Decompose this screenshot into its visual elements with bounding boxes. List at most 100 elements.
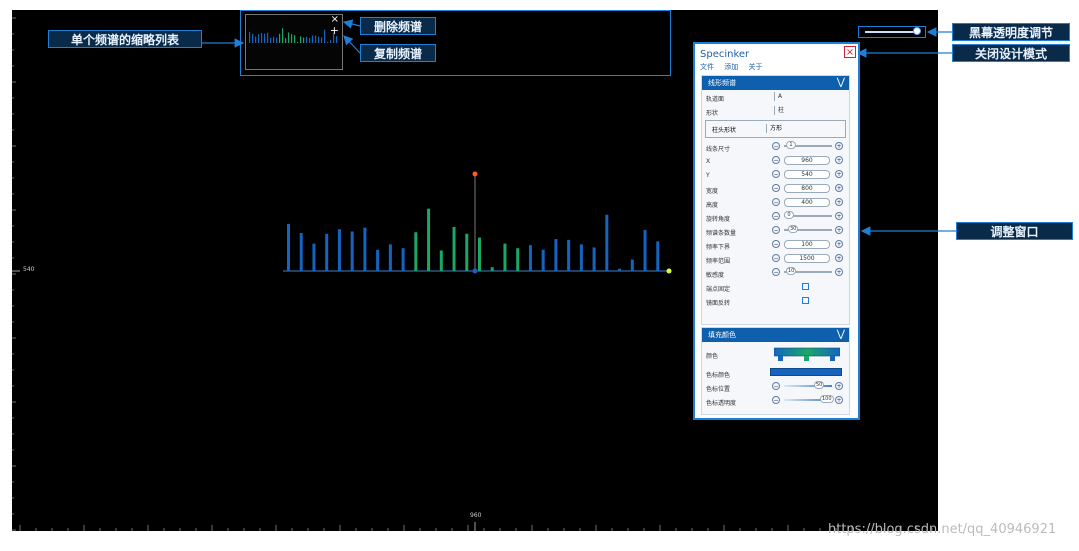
increment-button[interactable]: + [835, 396, 843, 404]
decrement-button[interactable]: − [772, 396, 780, 404]
freq-range-field[interactable]: 1500 [784, 254, 830, 263]
decrement-button[interactable]: − [772, 170, 780, 178]
row-color-stop-pos: 色标位置 − 50 + [702, 380, 849, 394]
increment-button[interactable]: + [835, 198, 843, 206]
row-width: 宽度 −800 + [702, 182, 849, 196]
line-size-slider[interactable]: 1 [786, 141, 796, 149]
freq-range-label: 频率范围 [706, 258, 731, 265]
close-design-icon[interactable]: × [844, 46, 856, 58]
freq-lower-field[interactable]: 100 [784, 240, 830, 249]
decrement-button[interactable]: − [772, 268, 780, 276]
row-track: 轨道面 A [702, 90, 849, 104]
spectrum-bar [579, 244, 583, 271]
black-opacity-slider[interactable] [858, 26, 926, 38]
spectrum-thumbnail[interactable]: × + [245, 14, 343, 70]
increment-button[interactable]: + [835, 142, 843, 150]
sensitivity-slider[interactable]: 10 [786, 267, 797, 275]
decrement-button[interactable]: − [772, 226, 780, 234]
color-stop-swatch[interactable] [770, 368, 842, 376]
decrement-button[interactable]: − [772, 142, 780, 150]
thumbnail-bar [276, 37, 278, 43]
increment-button[interactable]: + [835, 170, 843, 178]
increment-button[interactable]: + [835, 268, 843, 276]
color-stop-handle[interactable] [804, 356, 809, 361]
spectrum-bar [643, 229, 647, 271]
menu-add[interactable]: 添加 [724, 63, 738, 71]
track-select[interactable]: A [774, 92, 840, 101]
callout-close-design: 关闭设计模式 [952, 44, 1070, 62]
shape-label: 形状 [706, 110, 719, 117]
decrement-button[interactable]: − [772, 156, 780, 164]
section-line-spectrum-header[interactable]: 线形频谱 ⋁ [702, 76, 849, 90]
rotation-label: 旋转角度 [706, 216, 731, 223]
spectrum-bar [325, 233, 329, 271]
increment-button[interactable]: + [835, 212, 843, 220]
panel-title: Specinker [700, 49, 750, 60]
color-stop-opacity-label: 色标透明度 [706, 400, 737, 407]
endpoint-fixed-label: 端点固定 [706, 286, 731, 293]
decrement-button[interactable]: − [772, 184, 780, 192]
decrement-button[interactable]: − [772, 382, 780, 390]
color-stop-pos-slider[interactable]: 50 [814, 381, 825, 389]
chevron-down-icon[interactable]: ⋁ [837, 328, 845, 342]
increment-button[interactable]: + [835, 184, 843, 192]
panel-menu: 文件 添加 关于 [700, 62, 770, 72]
color-stop-opacity-slider[interactable]: 100 [820, 395, 834, 403]
increment-button[interactable]: + [835, 382, 843, 390]
thumbnail-bar [282, 28, 284, 43]
mirror-flip-checkbox[interactable] [802, 297, 809, 304]
design-panel[interactable]: Specinker × 文件 添加 关于 线形频谱 ⋁ 轨道面 A 形状 柱 柱头形… [693, 42, 860, 420]
x-field[interactable]: 960 [784, 156, 830, 165]
callout-thumbnail-list: 单个频谱的缩略列表 [48, 30, 202, 48]
slider-knob[interactable] [913, 27, 921, 35]
rotation-slider[interactable]: 0 [784, 211, 794, 219]
section-fill-color: 填充颜色 ⋁ 颜色 色标颜色 色标位置 − 50 + 色标透明度 − 100 + [701, 327, 850, 415]
increment-button[interactable]: + [835, 226, 843, 234]
row-endpoint-fixed: 端点固定 [702, 280, 849, 294]
menu-file[interactable]: 文件 [700, 63, 714, 71]
column-shape-label: 柱头形状 [712, 127, 737, 134]
spectrum-bar [630, 259, 634, 271]
color-stop-handle[interactable] [830, 356, 835, 361]
row-freq-range: 频率范围 −1500 + [702, 252, 849, 266]
rotation-handle [472, 171, 478, 177]
increment-button[interactable]: + [835, 254, 843, 262]
thumbnail-bar [309, 37, 311, 43]
increment-button[interactable]: + [835, 240, 843, 248]
width-field[interactable]: 800 [784, 184, 830, 193]
color-stop-pos-label: 色标位置 [706, 386, 731, 393]
gradient-editor[interactable] [774, 346, 840, 364]
spectrum-bar [414, 232, 418, 271]
height-label: 高度 [706, 202, 719, 209]
thumbnail-bar [255, 36, 257, 43]
color-stop-handle[interactable] [778, 356, 783, 361]
mirror-flip-label: 镜面反转 [706, 300, 731, 307]
thumbnail-bar [288, 32, 290, 43]
decrement-button[interactable]: − [772, 198, 780, 206]
shape-select[interactable]: 柱 [774, 106, 840, 115]
end-handle [666, 268, 672, 274]
band-count-slider[interactable]: 30 [788, 225, 799, 233]
decrement-button[interactable]: − [772, 240, 780, 248]
y-field[interactable]: 540 [784, 170, 830, 179]
slider-track [865, 31, 917, 33]
column-shape-select[interactable]: 方形 [766, 124, 832, 133]
spectrum-bar [503, 243, 507, 271]
spectrum-bar [656, 241, 660, 271]
spectrum-bar [465, 233, 469, 271]
endpoint-fixed-checkbox[interactable] [802, 283, 809, 290]
thumbnail-bar [318, 36, 320, 43]
section-fill-color-header[interactable]: 填充颜色 ⋁ [702, 328, 849, 342]
row-band-count: 频谱条数量 −30 + [702, 224, 849, 238]
height-field[interactable]: 400 [784, 198, 830, 207]
increment-button[interactable]: + [835, 156, 843, 164]
spectrum-bar [388, 244, 392, 271]
spectrum-bar [337, 229, 341, 271]
menu-about[interactable]: 关于 [748, 63, 762, 71]
x-label: X [706, 158, 711, 165]
thumbnail-bar [303, 37, 305, 43]
chevron-down-icon[interactable]: ⋁ [837, 76, 845, 90]
decrement-button[interactable]: − [772, 254, 780, 262]
copy-spectrum-icon[interactable]: + [330, 25, 339, 36]
decrement-button[interactable]: − [772, 212, 780, 220]
